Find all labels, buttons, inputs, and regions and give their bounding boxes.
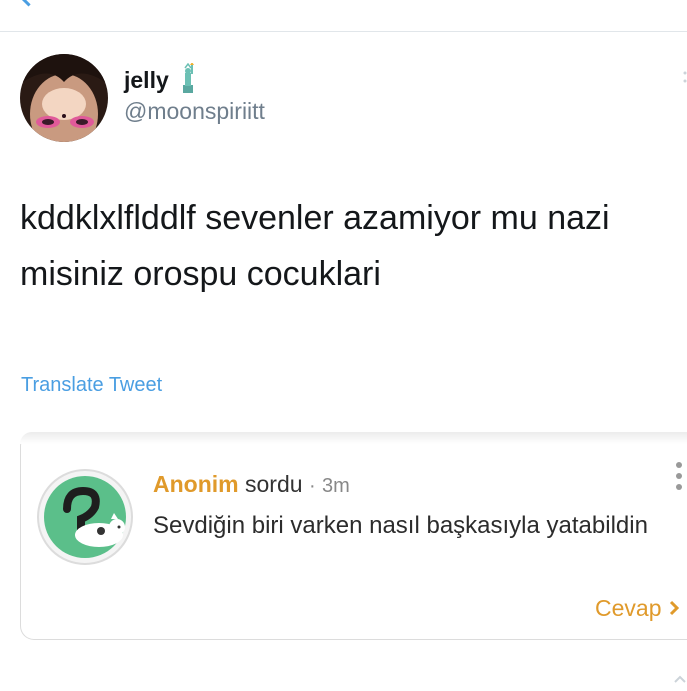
tweet-text: kddklxlflddlf sevenler azamiyor mu nazi … xyxy=(20,199,610,293)
statue-of-liberty-icon xyxy=(177,62,199,98)
separator: · xyxy=(308,475,316,497)
anonymous-avatar-icon xyxy=(37,469,133,565)
asked-verb: sordu xyxy=(245,471,303,497)
reply-button[interactable]: Cevap xyxy=(595,595,680,622)
card-shadow xyxy=(20,432,687,444)
translate-tweet-link[interactable]: Translate Tweet xyxy=(21,374,162,397)
question-card: Anonim sordu · 3m Sevdiğin biri varken n… xyxy=(20,432,687,640)
display-name[interactable]: jelly xyxy=(124,67,169,94)
question-header: Anonim sordu · 3m xyxy=(153,471,350,498)
chevron-right-icon xyxy=(669,595,680,622)
asker-name: Anonim xyxy=(153,471,239,497)
name-row: jelly xyxy=(124,62,199,98)
more-options-icon[interactable] xyxy=(683,70,687,83)
top-bar xyxy=(0,0,687,32)
timestamp: 3m xyxy=(322,475,350,497)
reply-label: Cevap xyxy=(595,595,662,621)
question-text: Sevdiğin biri varken nasıl başkasıyla ya… xyxy=(153,512,648,539)
chevron-icon[interactable] xyxy=(673,672,687,686)
chevron-left-icon[interactable] xyxy=(16,0,41,7)
kebab-menu-icon[interactable] xyxy=(675,461,683,491)
user-handle[interactable]: @moonspiriitt xyxy=(124,98,265,125)
avatar[interactable] xyxy=(20,54,108,142)
